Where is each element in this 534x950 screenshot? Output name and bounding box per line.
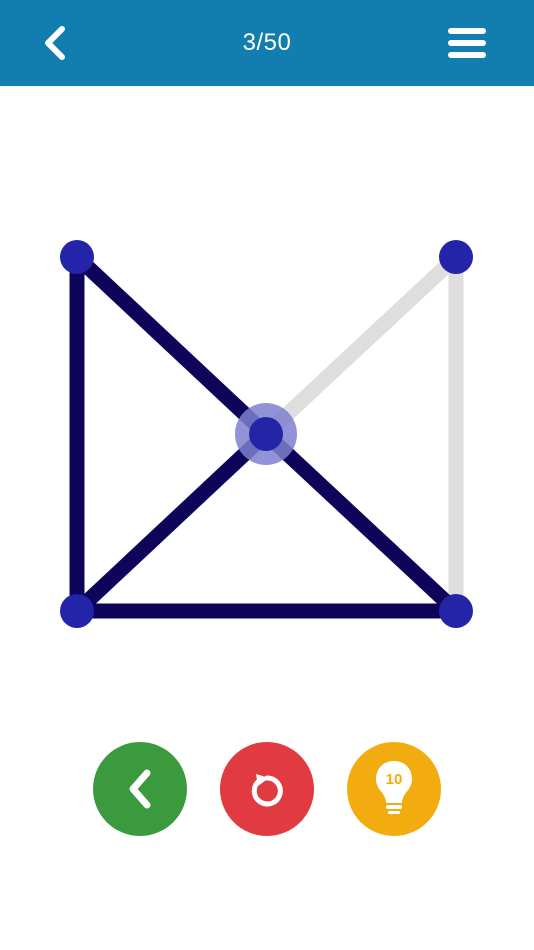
hamburger-menu-icon [448, 28, 486, 58]
top-bar: 3/50 [0, 0, 534, 86]
node-top-left[interactable] [60, 240, 94, 274]
chevron-left-icon [129, 769, 151, 809]
reset-button[interactable] [220, 742, 314, 836]
chevron-left-icon [45, 26, 65, 60]
menu-button[interactable] [440, 18, 494, 68]
drawn-edge-top-left-to-center [69, 249, 274, 442]
hint-count-badge: 10 [385, 771, 403, 788]
app-screen: 3/50 10 [0, 0, 534, 950]
undo-button[interactable] [93, 742, 187, 836]
drawn-edge-bottom-left-to-center [69, 426, 274, 619]
undrawn-edge-center-to-top-right [258, 249, 464, 442]
puzzle-board[interactable] [0, 86, 534, 726]
back-button[interactable] [28, 18, 82, 68]
node-top-right[interactable] [439, 240, 473, 274]
drawn-edge-center-to-bottom-right [258, 426, 464, 619]
restart-icon [251, 774, 283, 807]
node-bottom-right[interactable] [439, 594, 473, 628]
hint-button[interactable]: 10 [347, 742, 441, 836]
lightbulb-icon [376, 761, 412, 814]
node-center[interactable] [249, 417, 283, 451]
node-bottom-left[interactable] [60, 594, 94, 628]
level-counter: 3/50 [242, 29, 292, 56]
